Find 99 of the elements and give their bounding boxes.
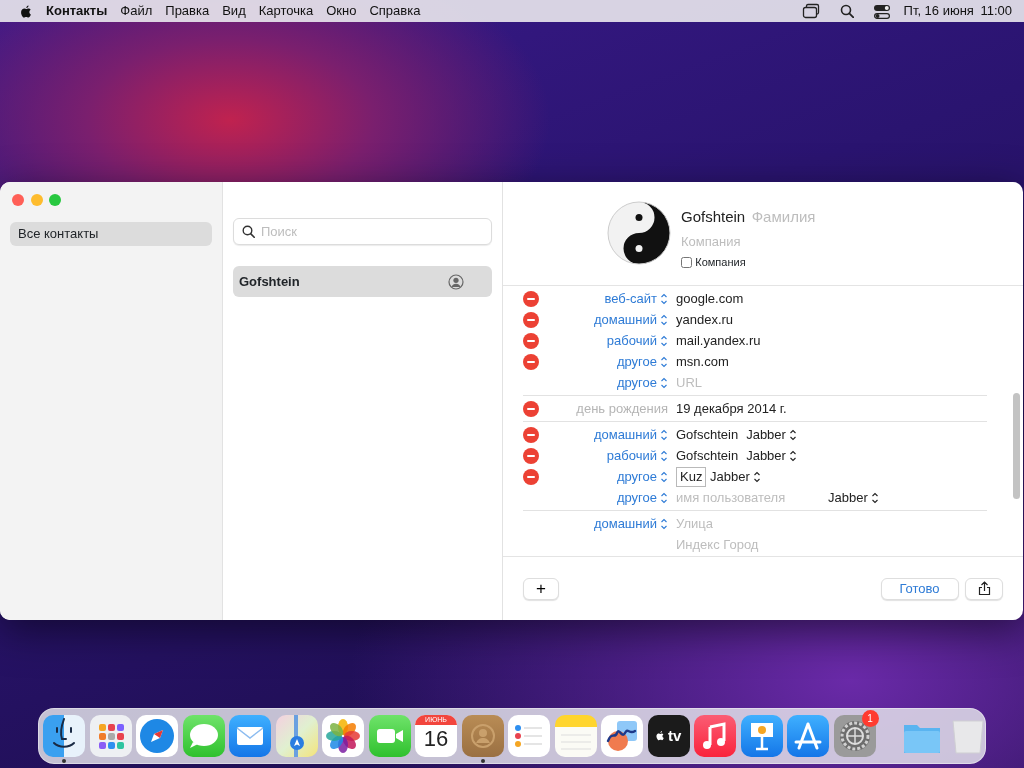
updown-chevron-icon: [660, 449, 668, 462]
close-button[interactable]: [12, 194, 24, 206]
checkbox-label: Компания: [695, 255, 746, 270]
updown-chevron-icon: [660, 376, 668, 389]
app-menu[interactable]: Контакты: [46, 1, 108, 21]
smiling-face-icon[interactable]: [43, 715, 85, 757]
label-popup[interactable]: домашний: [593, 309, 668, 330]
last-name-field[interactable]: Фамилия: [751, 206, 843, 229]
company-checkbox[interactable]: [681, 256, 692, 268]
label-popup[interactable]: другое: [616, 372, 668, 393]
share-button[interactable]: [965, 577, 1003, 600]
apple-logo-icon: [18, 3, 33, 19]
app-grid-icon[interactable]: [89, 715, 132, 757]
yin-yang-avatar: [607, 201, 671, 265]
menu-item[interactable]: Правка: [165, 1, 210, 21]
updown-chevron-icon: [660, 491, 668, 504]
menu-item[interactable]: Вид: [222, 1, 246, 21]
scribble-icon[interactable]: [601, 715, 643, 757]
field-label: день рождения: [576, 400, 668, 416]
service-popup[interactable]: Jabber: [746, 424, 797, 445]
sidebar-item[interactable]: Все контакты: [10, 222, 212, 246]
remove-icon[interactable]: [523, 332, 539, 349]
scrollbar-thumb[interactable]: [1013, 393, 1020, 499]
done-button[interactable]: Готово: [880, 577, 959, 600]
updown-chevron-icon: [660, 470, 668, 483]
music-note-icon[interactable]: [694, 715, 736, 757]
company-field[interactable]: Компания: [681, 231, 777, 251]
empty-field[interactable]: Улица: [676, 513, 732, 534]
updown-chevron-icon: [788, 449, 797, 462]
remove-icon[interactable]: [523, 400, 539, 417]
remove-icon[interactable]: [523, 426, 539, 443]
remove-icon[interactable]: [523, 447, 539, 464]
field-value[interactable]: Gofschtein: [676, 424, 739, 445]
person-circle-icon: [448, 273, 464, 290]
menu-item[interactable]: Справка: [369, 1, 421, 21]
control-center-icon[interactable]: [872, 3, 891, 19]
contact-list-item[interactable]: Gofshtein: [233, 266, 492, 297]
field-value[interactable]: msn.com: [676, 351, 729, 372]
compass-icon[interactable]: [136, 715, 178, 757]
search-icon: [242, 225, 255, 238]
search-icon[interactable]: [839, 4, 854, 18]
remove-icon[interactable]: [523, 468, 539, 485]
label-popup[interactable]: рабочий: [606, 330, 668, 351]
updown-chevron-icon: [870, 491, 879, 504]
tv-label: tv: [667, 725, 682, 746]
edit-field[interactable]: Kuz: [676, 466, 706, 487]
service-popup[interactable]: Jabber: [710, 466, 761, 487]
first-name[interactable]: Gofshtein: [681, 206, 746, 229]
map-icon[interactable]: [275, 715, 318, 757]
label-popup[interactable]: другое: [616, 466, 668, 487]
menu-item[interactable]: Окно: [326, 1, 357, 21]
menubar-time[interactable]: 11:00: [980, 1, 1012, 21]
field-value[interactable]: Gofschtein: [676, 445, 739, 466]
label-popup[interactable]: другое: [616, 487, 668, 508]
remove-icon[interactable]: [523, 311, 539, 328]
label-popup[interactable]: домашний: [593, 424, 668, 445]
envelope-icon[interactable]: [229, 715, 271, 757]
field-value[interactable]: google.com: [676, 288, 744, 309]
updown-chevron-icon: [660, 313, 668, 326]
contact-name: Gofshtein: [239, 272, 301, 291]
contact-book-icon[interactable]: [461, 715, 504, 757]
updown-chevron-icon: [660, 428, 668, 441]
field-value[interactable]: yandex.ru: [676, 309, 734, 330]
search-field[interactable]: Поиск: [233, 218, 492, 245]
field-value[interactable]: mail.yandex.ru: [676, 330, 761, 351]
label-popup[interactable]: другое: [616, 351, 668, 372]
empty-field[interactable]: имя пользователя: [676, 487, 820, 508]
menu-item[interactable]: Карточка: [258, 1, 314, 21]
menu-item[interactable]: Файл: [120, 1, 153, 21]
updown-chevron-icon: [660, 355, 668, 368]
label-popup[interactable]: веб-сайт: [604, 288, 668, 309]
remove-icon[interactable]: [523, 353, 539, 370]
empty-field[interactable]: Индекс Город: [676, 534, 788, 555]
fruit-logo-icon: [655, 731, 665, 741]
speech-bubble-icon[interactable]: [182, 715, 225, 757]
gear-icon[interactable]: [833, 715, 876, 757]
podium-icon[interactable]: [740, 715, 783, 757]
empty-field[interactable]: URL: [676, 372, 716, 393]
updown-chevron-icon: [752, 470, 761, 483]
field-value[interactable]: 19 декабря 2014 г.: [676, 398, 787, 419]
zoom-button[interactable]: [49, 194, 61, 206]
updown-chevron-icon: [660, 334, 668, 347]
letter-a-icon[interactable]: [787, 715, 829, 757]
updown-chevron-icon: [660, 292, 668, 305]
share-icon: [977, 581, 991, 596]
tv-icon[interactable]: tv: [647, 715, 690, 757]
label-popup[interactable]: рабочий: [606, 445, 668, 466]
service-popup[interactable]: Jabber: [828, 487, 879, 508]
service-popup[interactable]: Jabber: [746, 445, 797, 466]
updown-chevron-icon: [660, 517, 668, 530]
flower-icon[interactable]: [322, 715, 364, 757]
label-popup[interactable]: домашний: [593, 513, 668, 534]
add-field-button[interactable]: +: [523, 577, 559, 600]
calendar-day: 16: [423, 725, 449, 753]
remove-icon[interactable]: [523, 290, 539, 307]
menubar-date[interactable]: Пт, 16 июня: [903, 1, 974, 21]
windows-icon: [801, 3, 820, 19]
updown-chevron-icon: [788, 428, 797, 441]
checklist-icon[interactable]: [508, 715, 550, 757]
